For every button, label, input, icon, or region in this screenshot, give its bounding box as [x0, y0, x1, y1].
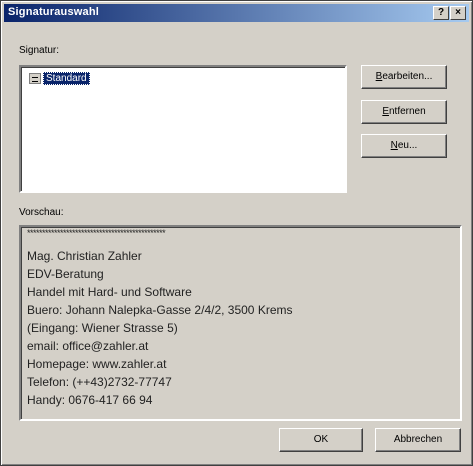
new-button[interactable]: Neu...	[361, 134, 447, 158]
preview-line-mobile: Handy: 0676-417 66 94	[27, 393, 153, 407]
window-title: Signaturauswahl	[8, 6, 100, 18]
signature-dialog: Signaturauswahl ? × Signatur: Standard B…	[0, 0, 473, 466]
new-label: eu...	[397, 140, 418, 151]
signature-list[interactable]: Standard	[19, 65, 347, 193]
remove-button[interactable]: Entfernen	[361, 100, 447, 124]
preview-line-email: email: office@zahler.at	[27, 339, 149, 353]
preview-label: Vorschau:	[19, 207, 64, 218]
remove-label: ntfernen	[388, 106, 426, 117]
remove-mnemonic: E	[382, 106, 389, 117]
close-button[interactable]: ×	[450, 6, 466, 20]
cancel-button[interactable]: Abbrechen	[375, 428, 461, 452]
preview-line-phone: Telefon: (++43)2732-77747	[27, 375, 172, 389]
list-item[interactable]: Standard	[29, 71, 90, 85]
preview-line-entrance: (Eingang: Wiener Strasse 5)	[27, 321, 178, 335]
preview-line-office: Buero: Johann Nalepka-Gasse 2/4/2, 3500 …	[27, 303, 293, 317]
preview-box: ****************************************…	[19, 225, 462, 421]
preview-line-name: Mag. Christian Zahler	[27, 249, 142, 263]
edit-label: earbeiten...	[382, 71, 433, 82]
preview-line-business: EDV-Beratung	[27, 267, 104, 281]
help-button[interactable]: ?	[433, 6, 449, 20]
edit-button[interactable]: Bearbeiten...	[361, 65, 447, 89]
new-mnemonic: N	[390, 140, 398, 151]
list-item-label: Standard	[43, 71, 90, 85]
preview-line-homepage: Homepage: www.zahler.at	[27, 357, 167, 371]
ok-button[interactable]: OK	[279, 428, 363, 452]
signature-icon	[29, 72, 41, 84]
preview-line-trade: Handel mit Hard- und Software	[27, 285, 192, 299]
preview-line-separator: ****************************************…	[27, 228, 166, 238]
title-bar[interactable]: Signaturauswahl ? ×	[4, 4, 469, 22]
signature-label: Signatur:	[19, 45, 60, 56]
